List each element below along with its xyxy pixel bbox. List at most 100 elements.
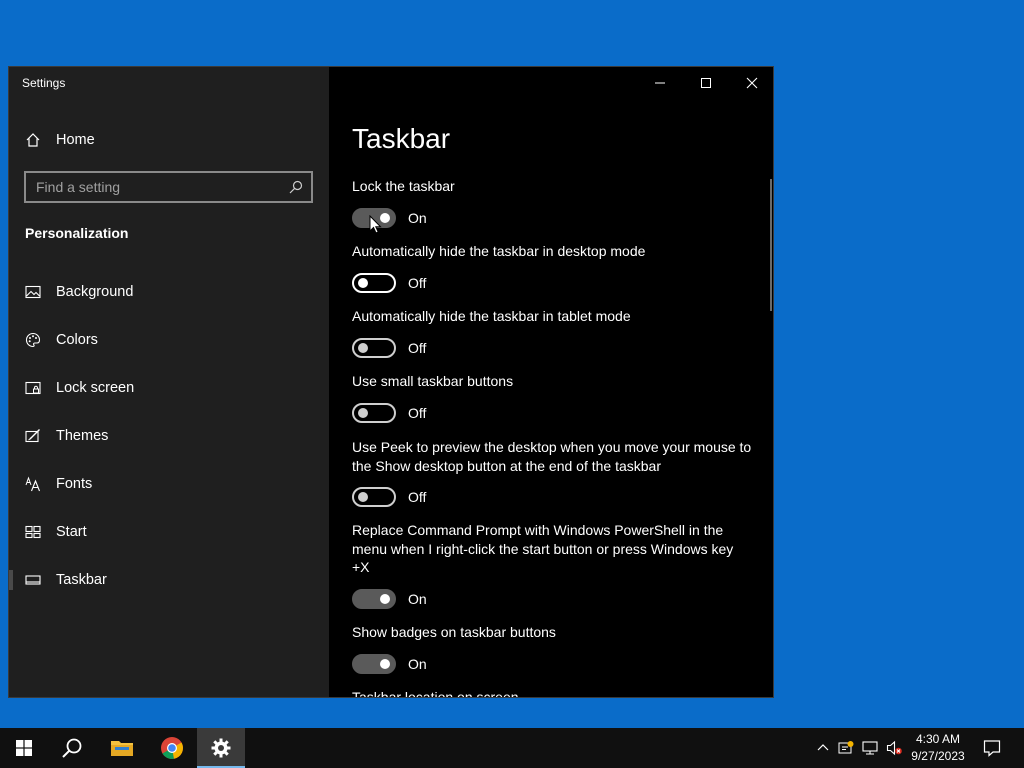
notifications-icon[interactable] (983, 739, 1001, 757)
home-label: Home (56, 132, 95, 148)
toggle-row: On (352, 207, 752, 228)
picture-icon (25, 285, 41, 299)
toggle-state: On (408, 590, 427, 607)
sidebar-item-background[interactable]: Background (9, 268, 329, 316)
settings-taskbar-button[interactable] (197, 728, 245, 768)
toggle-switch[interactable] (352, 588, 396, 609)
toggle-state: Off (408, 274, 427, 291)
lock-screen-icon (25, 381, 41, 395)
clock[interactable]: 4:30 AM 9/27/2023 (906, 731, 970, 765)
setting-label: Show badges on taskbar buttons (352, 624, 556, 640)
sidebar-nav: Background Colors Lock screen Themes Fon… (9, 268, 329, 604)
section-heading: Personalization (25, 225, 129, 241)
taskbar-icon (25, 575, 41, 585)
search-box[interactable] (24, 171, 313, 203)
toggle-row: Off (352, 337, 752, 358)
sidebar-item-colors[interactable]: Colors (9, 316, 329, 364)
search-icon[interactable] (289, 180, 303, 194)
setting-autohide-tablet: Automatically hide the taskbar in tablet… (352, 307, 752, 358)
home-icon (26, 133, 40, 147)
toggle-row: On (352, 588, 752, 609)
toggle-state: Off (408, 339, 427, 356)
app-title: Settings (22, 76, 66, 90)
toggle-state: Off (408, 489, 427, 505)
start-icon (25, 525, 41, 539)
file-explorer-icon (111, 741, 133, 756)
search-button[interactable] (48, 728, 96, 768)
themes-icon (25, 429, 40, 443)
sidebar-item-themes[interactable]: Themes (9, 412, 329, 460)
setting-peek: Use Peek to preview the desktop when you… (352, 438, 752, 507)
chrome-icon (161, 737, 183, 759)
fonts-icon (25, 476, 41, 492)
chevron-up-icon[interactable] (815, 740, 831, 756)
toggle-state: On (408, 655, 427, 672)
setting-powershell: Replace Command Prompt with Windows Powe… (352, 521, 752, 609)
setting-small-buttons: Use small taskbar buttons Off (352, 372, 752, 423)
setting-label: Automatically hide the taskbar in deskto… (352, 243, 646, 259)
search-icon (62, 738, 82, 758)
settings-gear-icon (211, 738, 231, 758)
toggle-state: On (408, 209, 427, 226)
minimize-button[interactable] (637, 67, 683, 99)
toggle-knob (358, 342, 368, 353)
sidebar: Settings Home Personalization Background (9, 67, 329, 697)
search-input[interactable] (36, 179, 289, 195)
clock-time: 4:30 AM (915, 732, 961, 746)
clock-date: 9/27/2023 (911, 749, 965, 763)
sidebar-item-taskbar[interactable]: Taskbar (9, 556, 329, 604)
file-explorer-button[interactable] (98, 728, 146, 768)
mouse-cursor-icon (369, 215, 382, 234)
taskbar: 4:30 AM 9/27/2023 (0, 728, 1024, 768)
maximize-button[interactable] (683, 67, 729, 99)
minimize-icon (655, 82, 665, 84)
toggle-state: Off (408, 404, 427, 421)
sidebar-item-label: Lock screen (56, 380, 135, 396)
setting-taskbar-location: Taskbar location on screen (352, 688, 752, 698)
setting-label: Replace Command Prompt with Windows Powe… (352, 522, 734, 575)
maximize-icon (701, 78, 711, 88)
toggle-knob (358, 407, 368, 418)
volume-muted-icon[interactable] (886, 740, 902, 756)
palette-icon (25, 332, 41, 348)
sidebar-item-fonts[interactable]: Fonts (9, 460, 329, 508)
setting-label: Taskbar location on screen (352, 689, 519, 698)
start-button[interactable] (0, 728, 48, 768)
toggle-row: Off (352, 487, 752, 507)
sidebar-item-label: Start (56, 524, 87, 540)
toggle-switch[interactable] (352, 337, 396, 358)
toggle-knob (358, 492, 368, 502)
toggle-switch[interactable] (352, 272, 396, 293)
scrollbar[interactable] (770, 179, 772, 311)
close-icon (746, 77, 758, 89)
settings-window: Settings Home Personalization Background (8, 66, 774, 698)
network-icon[interactable] (862, 740, 878, 756)
toggle-row: On (352, 653, 752, 674)
sidebar-item-label: Taskbar (56, 572, 107, 588)
setting-lock-taskbar: Lock the taskbar On (352, 177, 752, 228)
chrome-button[interactable] (148, 728, 196, 768)
sidebar-item-label: Fonts (56, 476, 93, 492)
close-button[interactable] (729, 67, 773, 99)
content-pane: Taskbar Lock the taskbar On Automaticall… (329, 67, 773, 698)
setting-label: Use Peek to preview the desktop when you… (352, 439, 752, 474)
home-nav-item[interactable]: Home (25, 129, 315, 151)
page-title: Taskbar (352, 123, 451, 154)
setting-badges: Show badges on taskbar buttons On (352, 623, 752, 674)
toggle-switch[interactable] (352, 653, 396, 674)
sidebar-item-lock-screen[interactable]: Lock screen (9, 364, 329, 412)
toggle-switch[interactable] (352, 402, 396, 423)
toggle-knob (380, 658, 390, 669)
sidebar-item-start[interactable]: Start (9, 508, 329, 556)
setting-label: Lock the taskbar (352, 178, 455, 194)
sidebar-item-label: Themes (56, 428, 109, 444)
toggle-knob (358, 277, 368, 288)
sidebar-item-label: Colors (56, 332, 98, 348)
toggle-knob (380, 593, 390, 604)
security-center-icon[interactable] (838, 740, 854, 756)
toggle-row: Off (352, 402, 752, 423)
toggle-row: Off (352, 272, 752, 293)
toggle-switch[interactable] (352, 487, 396, 507)
setting-autohide-desktop: Automatically hide the taskbar in deskto… (352, 242, 752, 293)
setting-label: Automatically hide the taskbar in tablet… (352, 308, 631, 324)
